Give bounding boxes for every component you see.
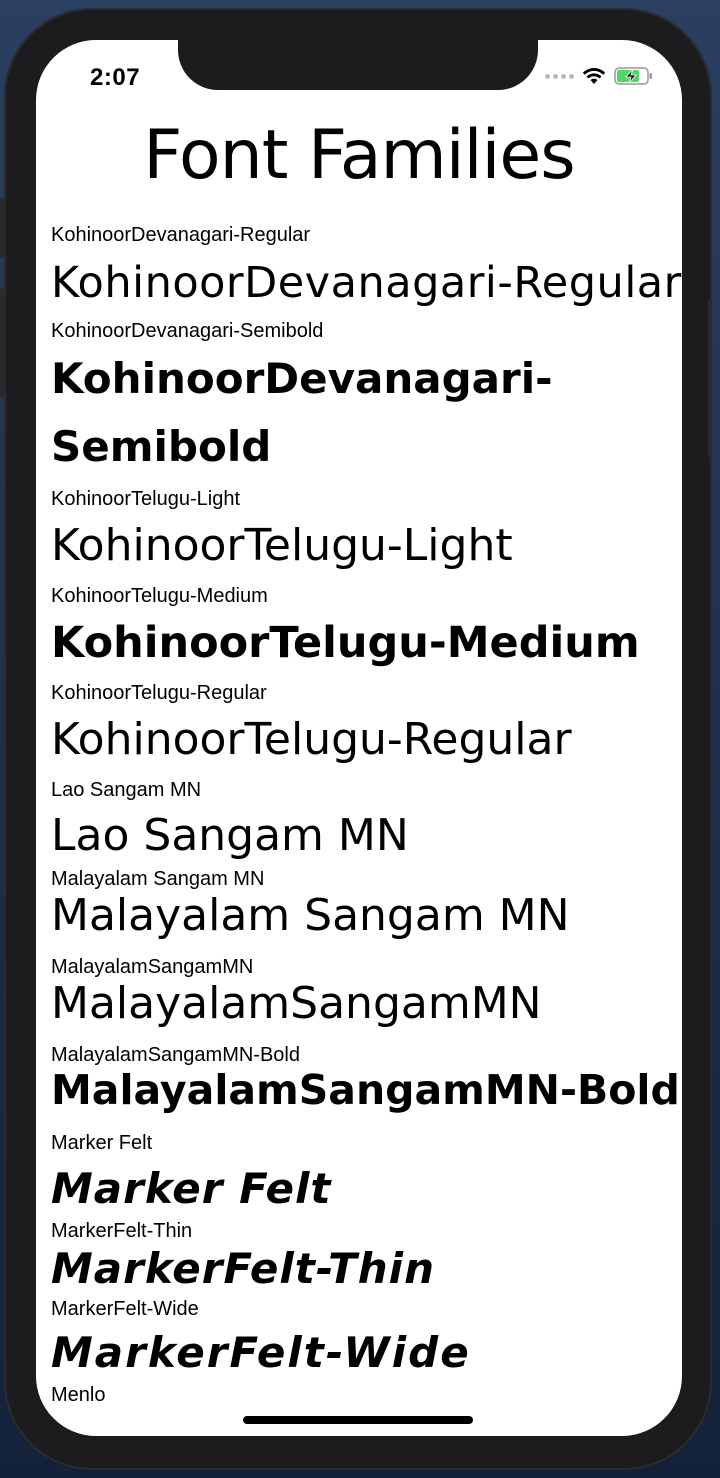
font-label: Lao Sangam MN bbox=[51, 779, 202, 801]
font-label: KohinoorDevanagari-Semibold bbox=[51, 320, 324, 342]
font-label: KohinoorTelugu-Light bbox=[51, 488, 241, 510]
wifi-icon bbox=[582, 68, 606, 84]
font-label: Malayalam Sangam MN bbox=[51, 868, 265, 890]
font-sample: KohinoorTelugu-Regular bbox=[51, 714, 572, 765]
font-label: MalayalamSangamMN bbox=[51, 956, 254, 978]
page-title: Font Families bbox=[143, 116, 575, 195]
font-sample: KohinoorDevanagari-Regular bbox=[51, 258, 682, 308]
font-sample: Malayalam Sangam MN bbox=[51, 890, 570, 941]
cellular-signal-icon bbox=[545, 73, 574, 79]
font-label: MarkerFelt-Thin bbox=[51, 1220, 193, 1242]
font-sample: Lao Sangam MN bbox=[51, 810, 409, 861]
font-sample: Marker Felt bbox=[51, 1164, 332, 1213]
font-label: KohinoorTelugu-Medium bbox=[51, 585, 268, 607]
font-label: MalayalamSangamMN-Bold bbox=[51, 1044, 300, 1066]
volume-up-button bbox=[0, 288, 4, 398]
phone-screen: 2:07 Font Families KohinoorDevanagari-Re… bbox=[36, 40, 682, 1436]
battery-charging-icon bbox=[614, 67, 652, 85]
status-time: 2:07 bbox=[90, 64, 141, 91]
font-sample: MarkerFelt-Thin bbox=[51, 1244, 435, 1293]
font-sample: KohinoorTelugu-Medium bbox=[51, 618, 640, 668]
font-sample: KohinoorTelugu-Light bbox=[51, 520, 513, 571]
font-sample: MalayalamSangamMN-Bold bbox=[51, 1066, 680, 1114]
font-sample-continued: Semibold bbox=[51, 422, 272, 471]
notch bbox=[178, 40, 538, 90]
font-sample: KohinoorDevanagari- bbox=[51, 354, 553, 403]
font-sample: MarkerFelt-Wide bbox=[51, 1328, 471, 1377]
home-indicator[interactable] bbox=[243, 1416, 473, 1424]
mute-switch bbox=[0, 198, 4, 258]
font-sample: MalayalamSangamMN bbox=[51, 978, 542, 1029]
font-label: Marker Felt bbox=[51, 1132, 153, 1154]
status-icons bbox=[545, 66, 654, 86]
font-label: MarkerFelt-Wide bbox=[51, 1298, 199, 1320]
font-label: KohinoorDevanagari-Regular bbox=[51, 224, 311, 246]
font-label: KohinoorTelugu-Regular bbox=[51, 682, 267, 704]
font-label: Menlo bbox=[51, 1384, 106, 1406]
power-button bbox=[708, 298, 712, 458]
